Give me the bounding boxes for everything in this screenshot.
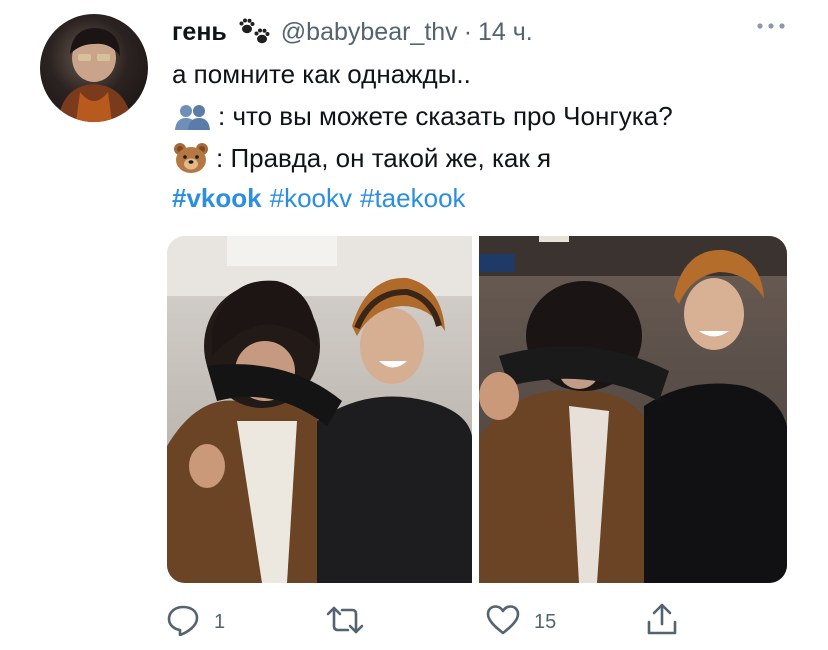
like-count: 15 [534,611,557,633]
author-avatar[interactable] [40,14,148,122]
tweet-text-line-3: : Правда, он такой же, как я [172,140,551,176]
tweet-photo[interactable] [479,236,787,583]
tweet-actions: 1 15 [0,600,828,640]
reply-count: 1 [214,611,226,633]
hashtag-link[interactable]: #vkook [172,180,262,216]
tweet-text-line-3-text: : Правда, он такой же, как я [216,143,552,173]
header-separator: · [463,17,473,46]
tweet-photo[interactable] [167,236,472,583]
tweet-text-line-2-text: : что вы можете сказать про Чонгука? [218,101,673,131]
reply-button[interactable]: 1 [166,604,225,641]
share-upload-icon [646,602,678,641]
more-dots-icon[interactable] [756,18,786,36]
author-handle[interactable]: @babybear_thv [281,18,458,47]
retweet-button[interactable] [326,604,378,641]
like-button[interactable]: 15 [486,604,556,641]
retweet-arrows-icon [326,604,364,641]
paw-prints-icon [237,17,273,47]
share-button[interactable] [646,602,678,641]
tweet-timestamp[interactable]: 14 ч. [478,18,533,47]
bear-face-icon [172,141,210,175]
hashtag-link[interactable]: #taekook [360,180,466,216]
tweet-text-line-1: а помните как однажды.. [172,56,471,92]
tweet-media [167,236,787,583]
two-people-silhouette-icon [172,100,212,132]
tweet-header: гень @babybear_thv · 14 ч. [172,12,533,52]
hashtag-link[interactable]: #kookv [270,180,352,216]
reply-bubble-icon [166,604,200,641]
heart-icon [486,604,520,641]
author-name[interactable]: гень [172,18,227,47]
tweet-text-line-1-text: а помните как однажды.. [172,59,471,89]
tweet-text-line-2: : что вы можете сказать про Чонгука? [172,98,673,134]
hashtag-list: #vkook #kookv #taekook [172,180,474,216]
